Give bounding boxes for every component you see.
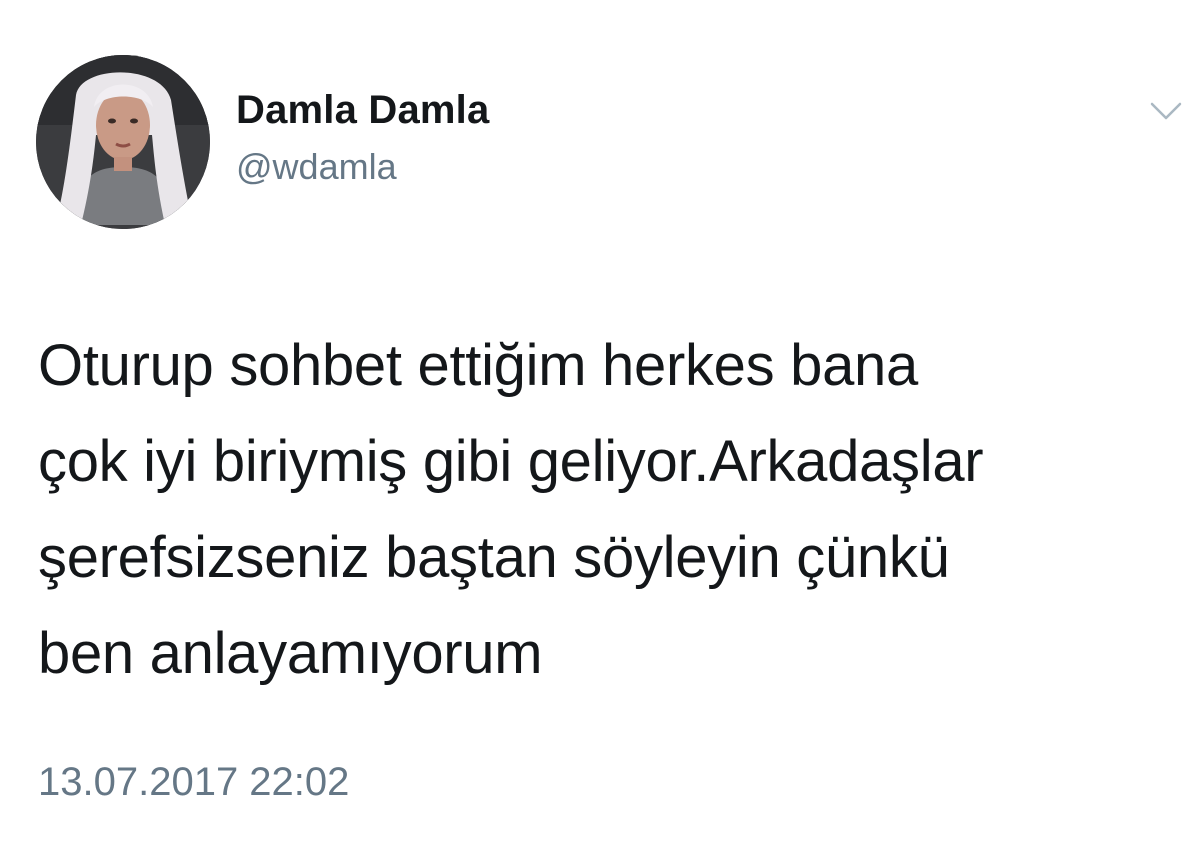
tweet-text-line: ben anlayamıyorum (38, 621, 543, 686)
tweet-timestamp[interactable]: 13.07.2017 22:02 (38, 760, 349, 805)
author-handle[interactable]: @wdamla (236, 146, 397, 188)
tweet-card: Damla Damla @wdamla Oturup sohbet ettiği… (0, 0, 1200, 859)
avatar[interactable] (36, 55, 210, 229)
avatar-photo (36, 55, 210, 229)
tweet-text: Oturup sohbet ettiğim herkes bana çok iy… (38, 318, 1168, 702)
tweet-text-line: çok iyi biriymiş gibi geliyor.Arkadaşlar (38, 429, 984, 494)
author-display-name[interactable]: Damla Damla (236, 88, 489, 133)
chevron-down-icon[interactable] (1146, 96, 1186, 126)
tweet-text-line: Oturup sohbet ettiğim herkes bana (38, 333, 918, 398)
tweet-text-line: şerefsizseniz baştan söyleyin çünkü (38, 525, 950, 590)
